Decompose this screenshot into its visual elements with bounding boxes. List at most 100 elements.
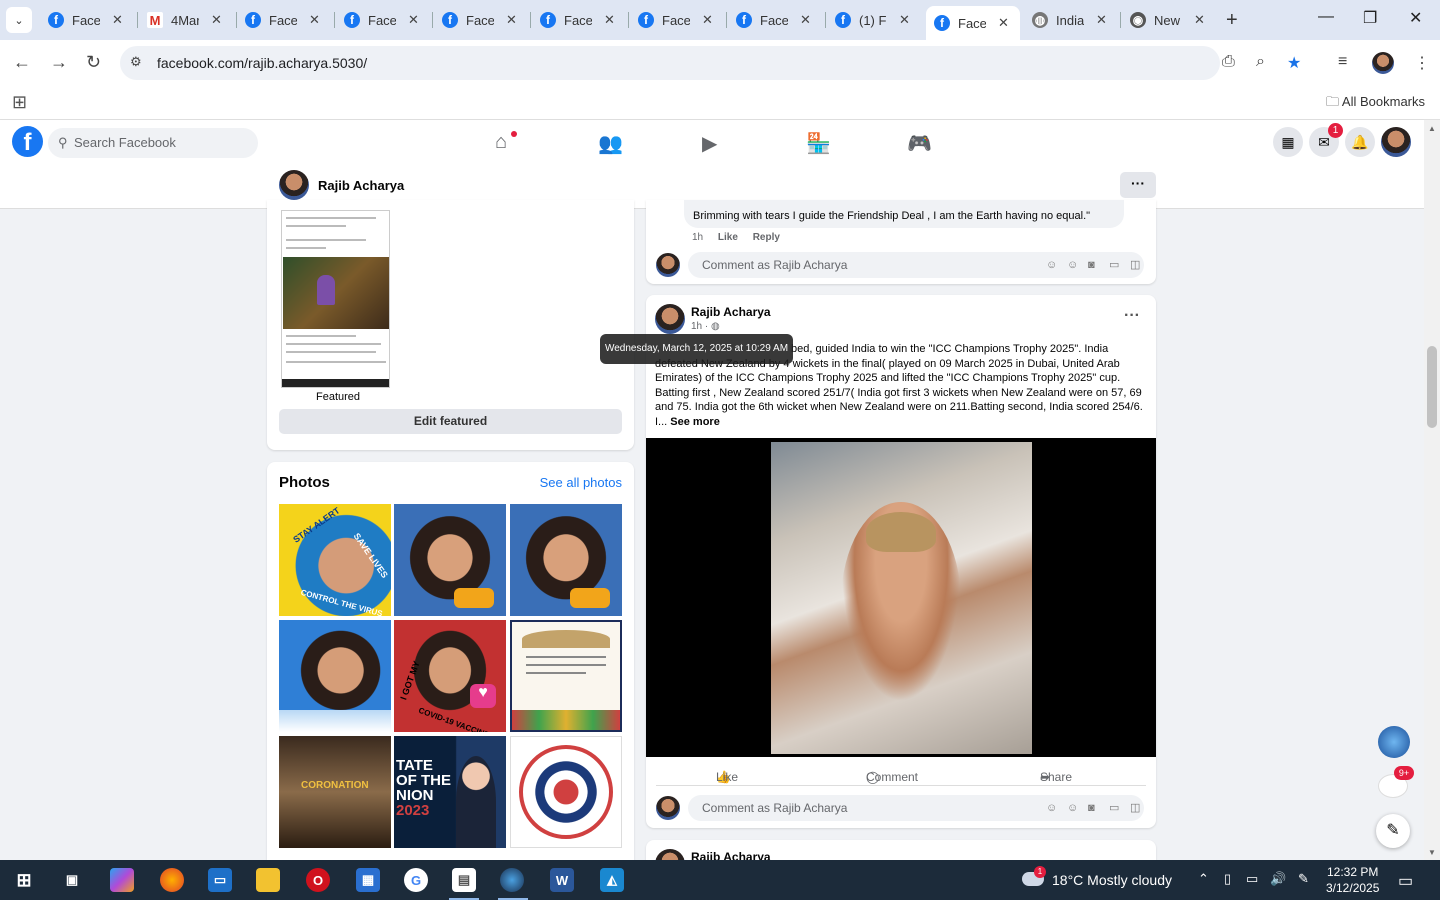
browser-tab[interactable]: f Facebook ✕ (40, 6, 131, 34)
close-window-icon[interactable]: ✕ (1409, 8, 1422, 28)
new-tab-icon[interactable]: + (1226, 9, 1238, 32)
sticker-icon[interactable]: ◫ (1130, 252, 1140, 278)
pen-icon[interactable]: ✎ (1298, 871, 1309, 887)
gif-icon[interactable]: ▭ (1109, 795, 1119, 821)
new-message-icon[interactable]: ✎ (1376, 814, 1410, 848)
photo-thumbnail[interactable] (279, 620, 391, 732)
browser-tab[interactable]: ◍ India ✕ (1024, 6, 1115, 34)
notepad-icon[interactable]: ▤ (452, 868, 476, 892)
photo-thumbnail[interactable] (394, 504, 506, 616)
file-explorer-icon[interactable] (256, 868, 280, 892)
search-facebook-input[interactable]: ⚲ Search Facebook (48, 128, 258, 158)
close-tab-icon[interactable]: ✕ (211, 12, 222, 28)
close-tab-icon[interactable]: ✕ (309, 12, 320, 28)
close-tab-icon[interactable]: ✕ (112, 12, 123, 28)
browser-tab[interactable]: f (1) Fa ✕ (827, 6, 918, 34)
more-options-button[interactable]: ··· (1120, 172, 1156, 198)
post-timestamp[interactable]: 1h · ◍ (691, 321, 720, 332)
notifications-icon[interactable]: ▭ (1398, 871, 1413, 891)
show-hidden-icons-icon[interactable]: ⌃ (1198, 871, 1209, 887)
page-scrollbar[interactable] (1424, 120, 1440, 860)
chrome-menu-icon[interactable]: ⋮ (1414, 53, 1430, 73)
scrollbar-thumb[interactable] (1427, 346, 1437, 428)
remote-desktop-icon[interactable]: ▭ (208, 868, 232, 892)
photo-thumbnail[interactable]: CORONATION (279, 736, 391, 848)
close-tab-icon[interactable]: ✕ (506, 12, 517, 28)
camera-icon[interactable]: ◙ (1088, 252, 1095, 278)
browser-tab[interactable]: f Facebook ✕ (630, 6, 721, 34)
notifications-bell-icon[interactable]: 🔔 (1345, 127, 1375, 157)
network-icon[interactable]: ▭ (1246, 871, 1258, 887)
device-icon[interactable]: ▯ (1224, 871, 1231, 887)
profile-name[interactable]: Rajib Acharya (318, 178, 404, 193)
scroll-down-arrow-icon[interactable]: ▼ (1428, 848, 1436, 857)
post-more-options-icon[interactable]: ··· (1124, 307, 1140, 325)
avatar-sticker-icon[interactable]: ☺ (1046, 252, 1057, 278)
close-tab-icon[interactable]: ✕ (800, 12, 811, 28)
photo-thumbnail[interactable]: ♥ I GOT MY COVID-19 VACCINE (394, 620, 506, 732)
store-icon[interactable]: ▦ (356, 868, 380, 892)
featured-story-thumbnail[interactable] (281, 210, 390, 388)
browser-tab[interactable]: ◉ New ✕ (1122, 6, 1213, 34)
home-icon[interactable]: ⌂ (495, 131, 507, 154)
all-bookmarks-button[interactable]: 🗀 All Bookmarks (1326, 93, 1425, 115)
system-clock[interactable]: 12:32 PM 3/12/2025 (1326, 864, 1379, 896)
browser-tab[interactable]: f Facebook ✕ (336, 6, 427, 34)
google-icon[interactable]: G (404, 868, 428, 892)
apps-grid-icon[interactable]: ⊞ (12, 92, 27, 113)
see-more-link[interactable]: See more (670, 416, 720, 428)
browser-tab[interactable]: f Facebook ✕ (434, 6, 525, 34)
scroll-up-arrow-icon[interactable]: ▲ (1428, 124, 1436, 133)
bookmark-star-icon[interactable]: ★ (1287, 53, 1301, 73)
sticker-icon[interactable]: ◫ (1130, 795, 1140, 821)
video-icon[interactable]: ▶ (702, 131, 717, 156)
install-app-icon[interactable]: ⎙ (1222, 53, 1235, 71)
browser-tab[interactable]: f Facebook ✕ (237, 6, 328, 34)
browser-tab[interactable]: f Facebook ✕ (728, 6, 819, 34)
photo-thumbnail[interactable]: STAY ALERT SAVE LIVES CONTROL THE VIRUS (279, 504, 391, 616)
weather-text[interactable]: 18°C Mostly cloudy (1052, 872, 1172, 888)
icc-widget-icon[interactable] (1378, 726, 1410, 758)
zoom-icon[interactable]: ⌕ (1256, 53, 1265, 71)
chrome-taskbar-icon[interactable] (500, 868, 524, 892)
emoji-icon[interactable]: ☺ (1067, 252, 1078, 278)
profile-avatar[interactable] (1372, 52, 1394, 74)
reload-icon[interactable]: ↻ (86, 52, 101, 73)
firefox-icon[interactable] (160, 868, 184, 892)
see-all-photos-link[interactable]: See all photos (540, 475, 622, 490)
forward-icon[interactable]: → (50, 52, 68, 73)
comment-like-link[interactable]: Like (718, 232, 738, 243)
account-avatar[interactable] (1381, 127, 1411, 157)
profile-avatar[interactable] (279, 170, 309, 200)
minimize-icon[interactable]: — (1318, 8, 1334, 26)
windows-start-icon[interactable]: ⊞ (12, 868, 36, 892)
close-tab-icon[interactable]: ✕ (1194, 12, 1205, 28)
opera-icon[interactable]: O (306, 868, 330, 892)
post-author-avatar[interactable] (655, 304, 685, 334)
browser-tab[interactable]: f Facebook ✕ (532, 6, 623, 34)
browser-tab-active[interactable]: f Facebook ✕ (926, 6, 1020, 40)
address-bar[interactable]: ⚙ facebook.com/rajib.acharya.5030/ (120, 46, 1220, 80)
friends-icon[interactable]: 👥 (598, 131, 623, 156)
post-author[interactable]: Rajib Acharya (691, 305, 771, 319)
camera-icon[interactable]: ◙ (1088, 795, 1095, 821)
marketplace-icon[interactable]: 🏪 (806, 131, 831, 156)
edit-featured-button[interactable]: Edit featured (279, 409, 622, 434)
gif-icon[interactable]: ▭ (1109, 252, 1119, 278)
gaming-icon[interactable]: 🎮 (907, 131, 932, 156)
copilot-icon[interactable] (110, 868, 134, 892)
back-icon[interactable]: ← (13, 52, 31, 73)
photos-app-icon[interactable]: ◭ (600, 868, 624, 892)
media-control-icon[interactable]: ≡ (1338, 53, 1347, 71)
avatar-sticker-icon[interactable]: ☺ (1046, 795, 1057, 821)
close-tab-icon[interactable]: ✕ (1096, 12, 1107, 28)
close-tab-icon[interactable]: ✕ (604, 12, 615, 28)
close-tab-icon[interactable]: ✕ (899, 12, 910, 28)
site-info-icon[interactable]: ⚙ (130, 54, 142, 70)
menu-grid-icon[interactable]: ▦ (1273, 127, 1303, 157)
emoji-icon[interactable]: ☺ (1067, 795, 1078, 821)
photo-thumbnail[interactable] (510, 736, 622, 848)
photo-thumbnail[interactable] (510, 620, 622, 732)
comment-reply-link[interactable]: Reply (753, 232, 780, 243)
close-tab-icon[interactable]: ✕ (702, 12, 713, 28)
